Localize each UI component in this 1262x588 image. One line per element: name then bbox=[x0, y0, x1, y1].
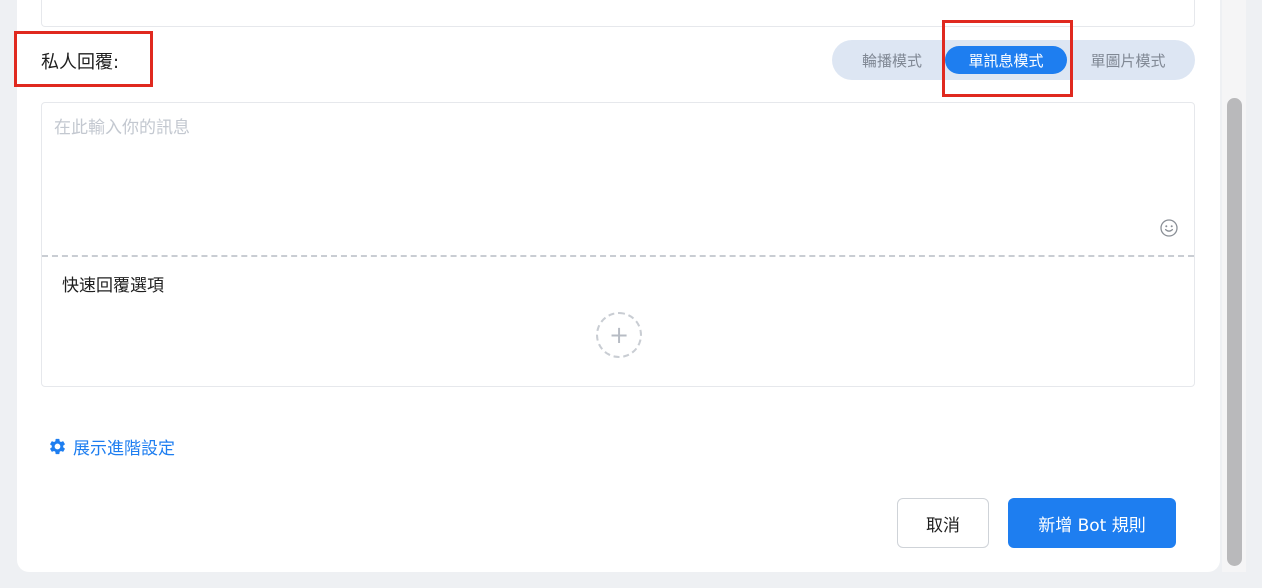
advanced-settings-label: 展示進階設定 bbox=[73, 439, 175, 459]
mode-single-image-button[interactable]: 單圖片模式 bbox=[1072, 46, 1184, 74]
smiley-icon[interactable] bbox=[1160, 219, 1178, 237]
add-bot-rule-button[interactable]: 新增 Bot 規則 bbox=[1008, 498, 1176, 548]
quick-reply-label: 快速回覆選項 bbox=[62, 276, 164, 296]
message-input[interactable] bbox=[54, 113, 1154, 213]
mode-carousel-button[interactable]: 輪播模式 bbox=[842, 46, 942, 74]
plus-icon: + bbox=[608, 321, 630, 349]
section-divider bbox=[42, 255, 1194, 257]
gear-icon bbox=[50, 438, 65, 455]
message-editor: 快速回覆選項 + bbox=[41, 102, 1195, 387]
add-quick-reply-button[interactable]: + bbox=[596, 312, 642, 358]
scrollbar-thumb[interactable] bbox=[1227, 98, 1242, 566]
advanced-settings-link[interactable]: 展示進階設定 bbox=[48, 434, 175, 459]
highlight-box-label bbox=[14, 31, 153, 87]
highlight-box-mode bbox=[942, 20, 1073, 97]
cancel-button[interactable]: 取消 bbox=[897, 498, 989, 548]
